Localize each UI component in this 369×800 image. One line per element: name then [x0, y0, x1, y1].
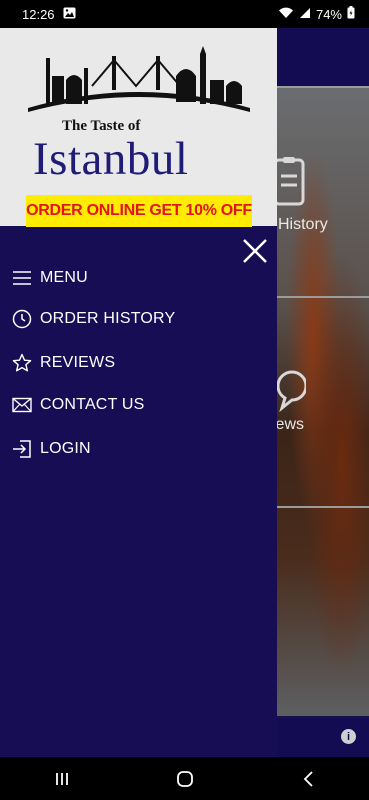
back-icon: [303, 770, 313, 787]
system-navigation-bar: [0, 757, 369, 800]
gallery-notification-icon: [63, 7, 76, 22]
promo-banner: ORDER ONLINE GET 10% OFF: [26, 195, 252, 227]
battery-icon: [347, 6, 355, 22]
info-icon[interactable]: i: [341, 729, 356, 744]
star-icon: [12, 353, 32, 373]
login-icon: [12, 439, 32, 459]
drawer-item-label: LOGIN: [40, 440, 91, 457]
drawer-item-label: MENU: [40, 269, 88, 286]
istanbul-skyline-icon: [28, 46, 250, 112]
clock-icon: [12, 309, 32, 329]
drawer-item-order-history[interactable]: ORDER HISTORY: [0, 302, 277, 336]
status-bar: 12:26 74%: [0, 0, 369, 28]
drawer-item-label: REVIEWS: [40, 354, 116, 371]
signal-icon: [299, 7, 311, 22]
recent-apps-icon: [55, 772, 68, 785]
tile-divider: [277, 296, 369, 298]
recent-apps-button[interactable]: [42, 764, 82, 794]
order-history-tile-icon: [272, 156, 306, 213]
restaurant-logo: The Taste of Istanbul ORDER ONLINE GET 1…: [26, 46, 252, 227]
drawer-item-label: CONTACT US: [40, 396, 145, 413]
drawer-item-login[interactable]: LOGIN: [0, 432, 277, 466]
tile-divider: [277, 86, 369, 88]
envelope-icon: [12, 395, 32, 415]
drawer-item-reviews[interactable]: REVIEWS: [0, 346, 277, 380]
drawer-item-menu[interactable]: MENU: [0, 261, 277, 295]
navigation-drawer: The Taste of Istanbul ORDER ONLINE GET 1…: [0, 28, 277, 757]
tile-divider: [277, 506, 369, 508]
logo-brand-name: Istanbul: [33, 133, 189, 185]
battery-level: 74%: [315, 6, 342, 22]
order-history-tile-label: History: [278, 216, 328, 233]
reviews-tile-icon: [276, 368, 308, 417]
home-icon: [176, 770, 193, 787]
back-button[interactable]: [288, 764, 328, 794]
status-time: 12:26: [22, 6, 55, 22]
home-button[interactable]: [165, 764, 205, 794]
drawer-item-label: ORDER HISTORY: [40, 310, 176, 327]
menu-lines-icon: [12, 268, 32, 288]
wifi-icon: [278, 7, 294, 22]
drawer-item-contact-us[interactable]: CONTACT US: [0, 388, 277, 422]
drawer-header: The Taste of Istanbul ORDER ONLINE GET 1…: [0, 28, 277, 227]
